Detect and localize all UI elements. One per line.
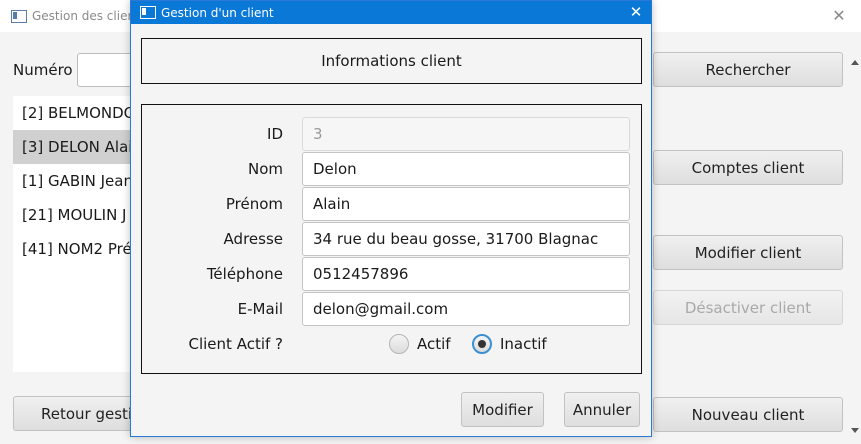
scroll-up-icon[interactable] <box>851 60 859 65</box>
close-icon[interactable]: ✕ <box>826 2 852 30</box>
dialog-titlebar: Gestion d'un client ✕ <box>131 1 651 24</box>
nouveau-client-button[interactable]: Nouveau client <box>653 397 843 432</box>
section-header: Informations client <box>141 38 642 84</box>
actif-radio[interactable]: Actif <box>389 334 451 354</box>
prenom-field[interactable]: Alain <box>302 187 630 221</box>
radio-checked-icon[interactable] <box>472 334 492 354</box>
adresse-field[interactable]: 34 rue du beau gosse, 31700 Blagnac <box>302 222 630 256</box>
app-icon <box>140 6 156 19</box>
email-field[interactable]: delon@gmail.com <box>302 292 630 326</box>
id-label: ID <box>267 125 283 143</box>
modifier-client-button[interactable]: Modifier client <box>653 235 843 270</box>
actif-radio-label: Actif <box>417 335 451 353</box>
inactif-radio[interactable]: Inactif <box>472 334 547 354</box>
id-field: 3 <box>302 117 630 151</box>
rechercher-button[interactable]: Rechercher <box>653 52 843 87</box>
email-label: E-Mail <box>237 300 283 318</box>
client-dialog: Gestion d'un client ✕ Informations clien… <box>130 0 652 437</box>
section-title: Informations client <box>321 52 462 70</box>
comptes-client-button[interactable]: Comptes client <box>653 150 843 185</box>
app-icon <box>11 10 27 23</box>
annuler-button[interactable]: Annuler <box>564 392 640 427</box>
scroll-down-icon[interactable] <box>851 428 859 433</box>
dialog-title: Gestion d'un client <box>161 6 274 20</box>
client-actif-label: Client Actif ? <box>188 335 284 353</box>
window-title: Gestion des clients <box>32 9 147 23</box>
desactiver-client-button[interactable]: Désactiver client <box>653 290 843 325</box>
prenom-label: Prénom <box>225 195 283 213</box>
adresse-label: Adresse <box>223 230 283 248</box>
client-form: ID 3 Nom Delon Prénom Alain Adresse 34 r… <box>141 104 642 374</box>
radio-unchecked-icon[interactable] <box>389 334 409 354</box>
telephone-label: Téléphone <box>206 265 283 283</box>
inactif-radio-label: Inactif <box>500 335 547 353</box>
nom-label: Nom <box>247 160 283 178</box>
nom-field[interactable]: Delon <box>302 152 630 186</box>
numero-label: Numéro <box>13 61 73 79</box>
modifier-button[interactable]: Modifier <box>461 392 544 427</box>
telephone-field[interactable]: 0512457896 <box>302 257 630 291</box>
close-icon[interactable]: ✕ <box>621 1 651 24</box>
